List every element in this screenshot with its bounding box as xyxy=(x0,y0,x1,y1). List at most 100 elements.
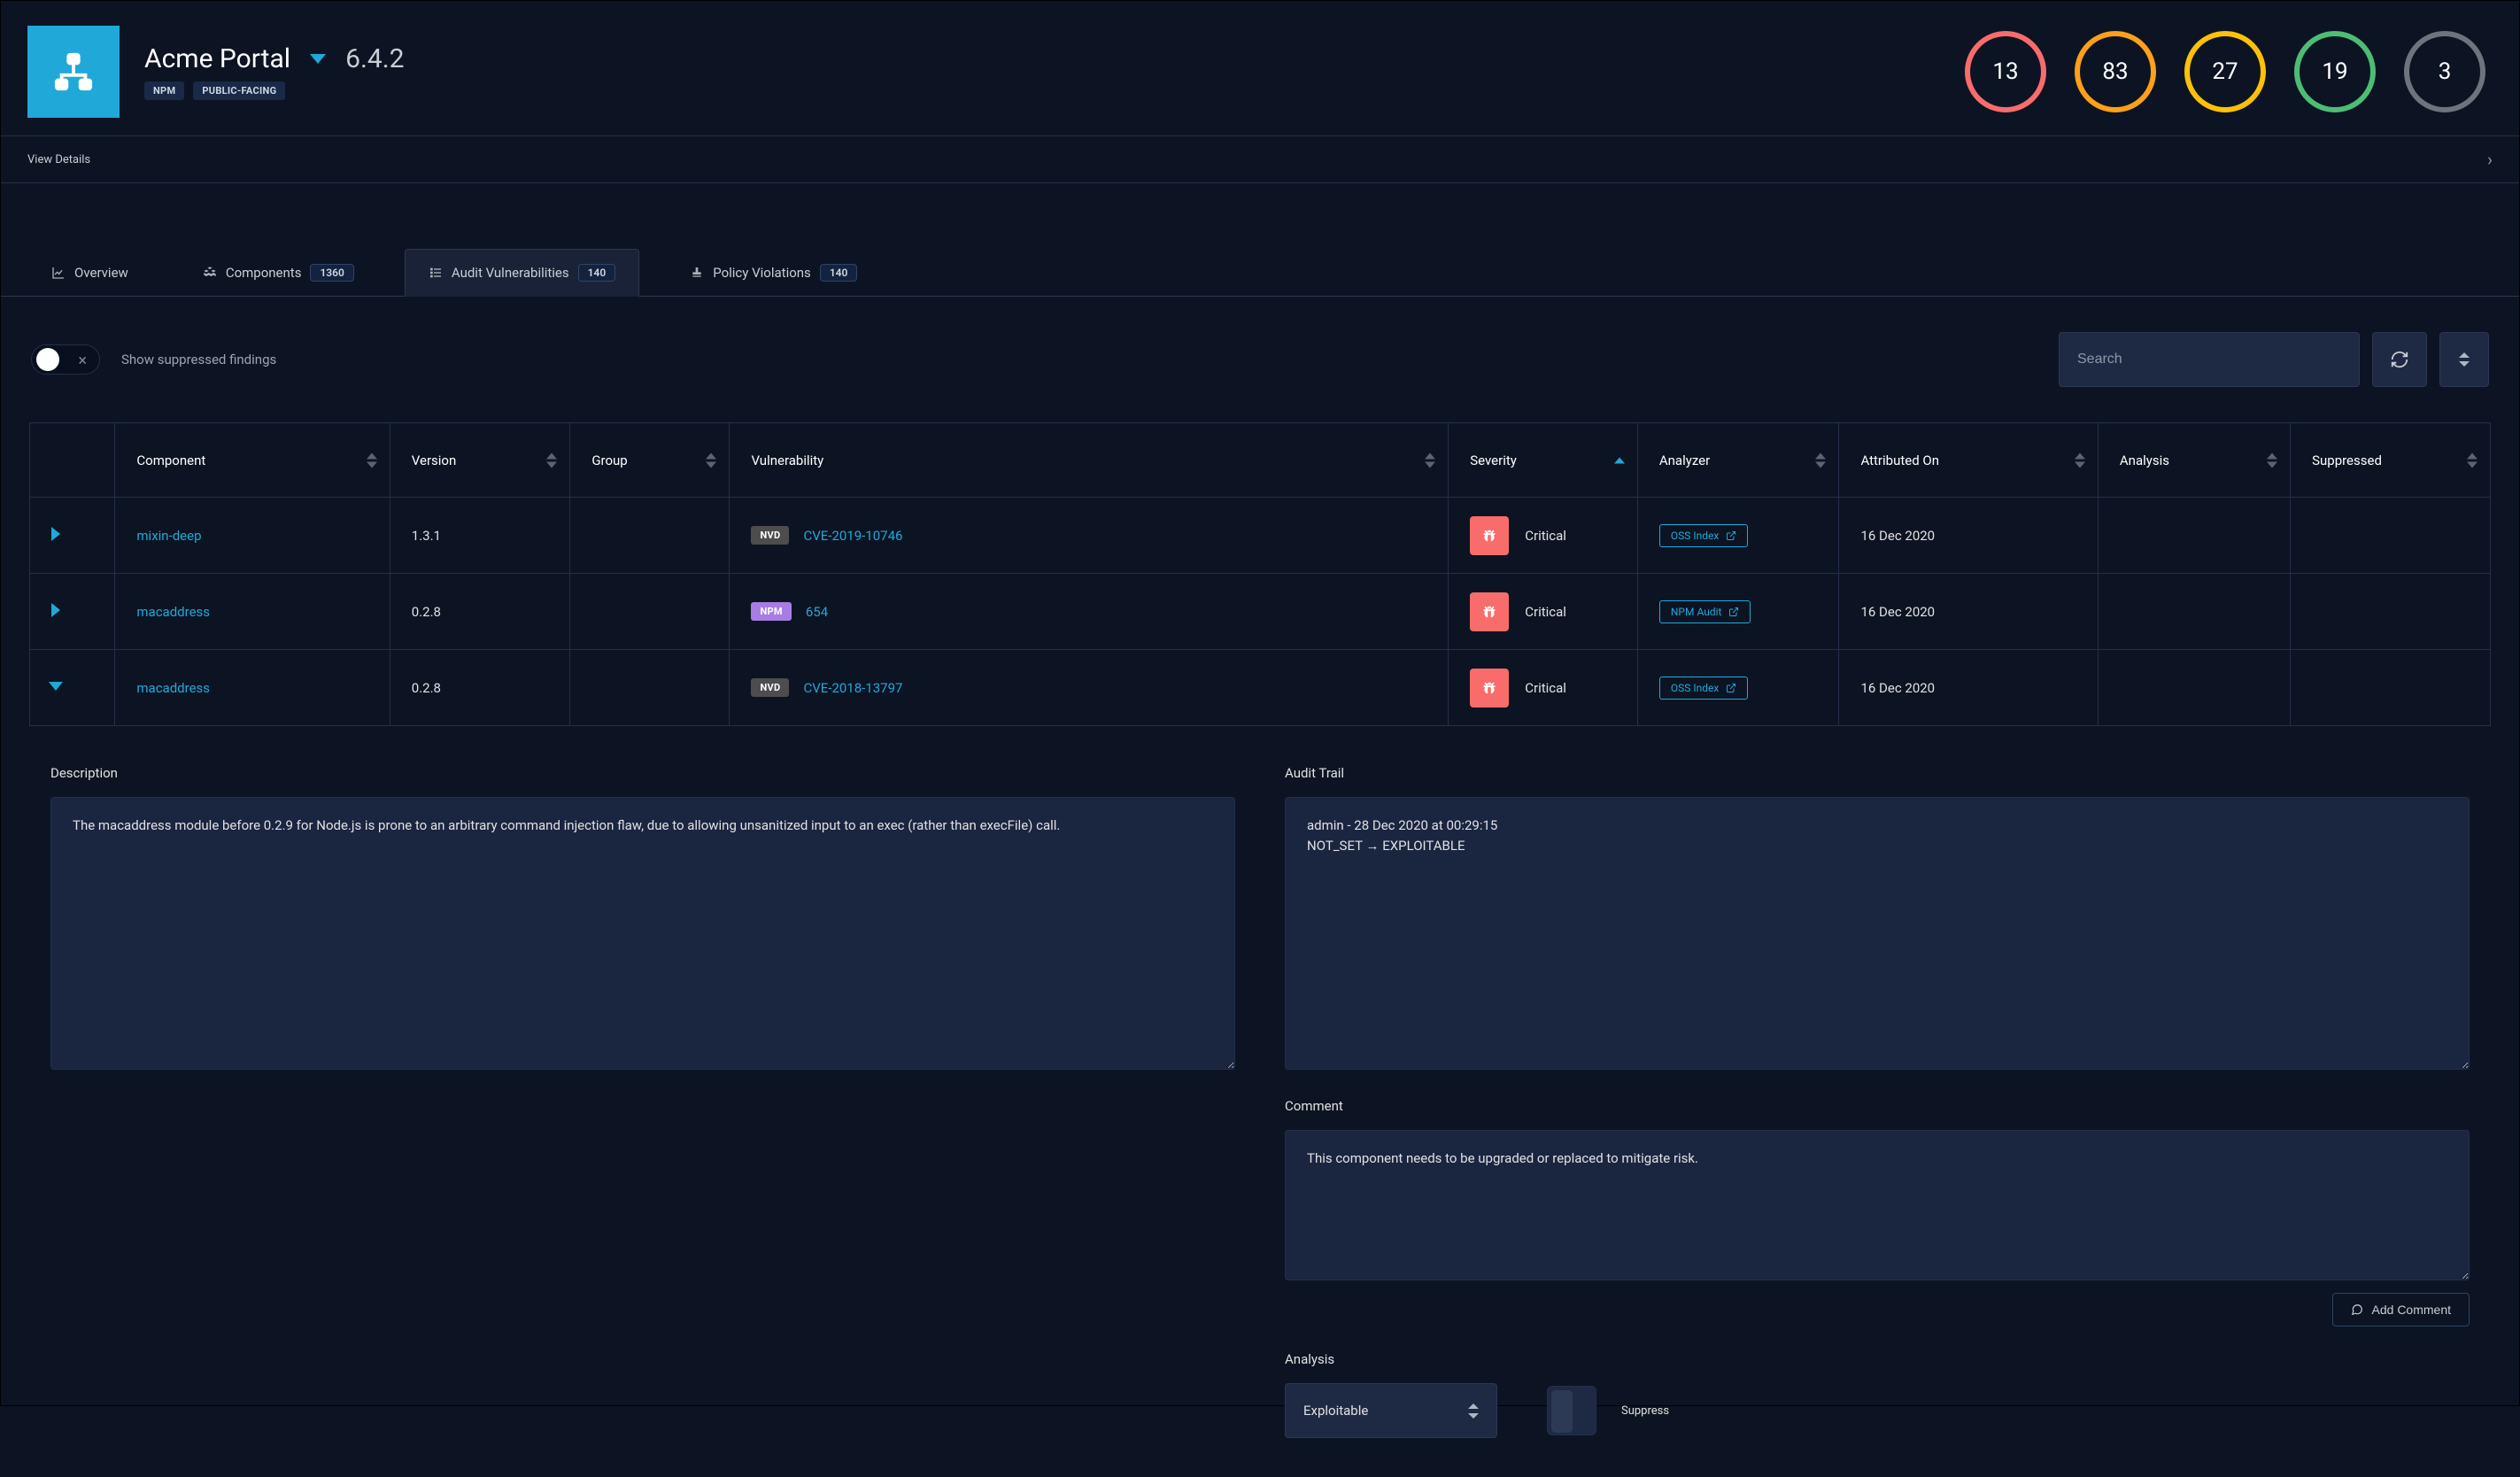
cell-version: 0.2.8 xyxy=(390,574,570,650)
ring-medium[interactable]: 27 xyxy=(2184,31,2266,112)
add-comment-button[interactable]: Add Comment xyxy=(2332,1293,2470,1326)
description-textarea[interactable] xyxy=(50,797,1235,1070)
suppress-toggle[interactable] xyxy=(1547,1386,1596,1435)
row-expander[interactable] xyxy=(49,682,63,691)
policy-count-badge: 140 xyxy=(820,264,858,282)
col-attributed-on[interactable]: Attributed On xyxy=(1839,423,2098,498)
cell-group xyxy=(570,650,730,726)
severity-rings: 13 83 27 19 3 xyxy=(1965,31,2493,112)
ring-low[interactable]: 19 xyxy=(2294,31,2376,112)
col-analyzer[interactable]: Analyzer xyxy=(1637,423,1839,498)
stamp-icon xyxy=(690,266,704,280)
comment-textarea[interactable] xyxy=(1285,1130,2470,1280)
component-link[interactable]: mixin-deep xyxy=(136,528,201,544)
vulnerability-link[interactable]: CVE-2019-10746 xyxy=(803,528,902,544)
tabs: Overview Components 1360 Audit Vulnerabi… xyxy=(1,249,2519,297)
ring-high[interactable]: 83 xyxy=(2075,31,2156,112)
finding-details-panel: Description Audit Trail Comment Add Comm… xyxy=(1,726,2519,1477)
tab-components-label: Components xyxy=(226,265,302,281)
audit-count-badge: 140 xyxy=(578,264,616,282)
chevron-down-icon[interactable] xyxy=(310,54,326,64)
close-icon: × xyxy=(78,352,87,370)
audit-trail-label: Audit Trail xyxy=(1285,765,2470,781)
project-name[interactable]: Acme Portal xyxy=(144,43,290,74)
cell-version: 1.3.1 xyxy=(390,498,570,574)
ring-unassigned[interactable]: 3 xyxy=(2404,31,2485,112)
analysis-label: Analysis xyxy=(1285,1351,2470,1367)
caret-down-icon xyxy=(2459,361,2470,367)
refresh-button[interactable] xyxy=(2372,332,2427,387)
col-component[interactable]: Component xyxy=(115,423,390,498)
cell-group xyxy=(570,574,730,650)
row-expander[interactable] xyxy=(51,527,60,541)
row-expander[interactable] xyxy=(51,603,60,617)
component-link[interactable]: macaddress xyxy=(136,604,210,620)
add-comment-label: Add Comment xyxy=(2372,1303,2451,1317)
comment-label: Comment xyxy=(1285,1098,2470,1114)
analyzer-link[interactable]: OSS Index xyxy=(1659,677,1748,700)
tab-audit-vulnerabilities[interactable]: Audit Vulnerabilities 140 xyxy=(405,249,639,297)
col-severity[interactable]: Severity xyxy=(1449,423,1638,498)
cell-version: 0.2.8 xyxy=(390,650,570,726)
bug-icon xyxy=(1470,516,1509,555)
refresh-icon xyxy=(2390,350,2409,369)
cell-attributed-on: 16 Dec 2020 xyxy=(1839,498,2098,574)
cell-attributed-on: 16 Dec 2020 xyxy=(1839,650,2098,726)
vulnerabilities-table: Component Version Group Vulnerability Se… xyxy=(29,422,2491,726)
cell-analysis xyxy=(2098,650,2290,726)
project-tags: NPM PUBLIC-FACING xyxy=(144,81,405,100)
vulnerability-link[interactable]: 654 xyxy=(806,604,828,620)
search-input[interactable] xyxy=(2059,332,2360,387)
column-options-button[interactable] xyxy=(2439,332,2489,387)
components-count-badge: 1360 xyxy=(310,264,353,282)
tab-policy-violations[interactable]: Policy Violations 140 xyxy=(666,249,881,296)
audit-trail-textarea[interactable] xyxy=(1285,797,2470,1070)
vuln-source-badge: NPM xyxy=(751,602,791,621)
cell-suppressed xyxy=(2291,650,2491,726)
tab-overview[interactable]: Overview xyxy=(27,249,152,296)
cell-suppressed xyxy=(2291,498,2491,574)
view-details-bar[interactable]: View Details › xyxy=(1,136,2519,183)
hierarchy-icon xyxy=(27,26,120,118)
header: Acme Portal 6.4.2 NPM PUBLIC-FACING 13 8… xyxy=(1,1,2519,136)
analysis-value: Exploitable xyxy=(1303,1403,1368,1419)
col-group[interactable]: Group xyxy=(570,423,730,498)
toolbar: × Show suppressed findings xyxy=(1,297,2519,422)
analyzer-link[interactable]: NPM Audit xyxy=(1659,600,1751,623)
tag-npm: NPM xyxy=(144,81,184,100)
table-row: macaddress 0.2.8 NPM 654 Critical NPM Au… xyxy=(30,574,2491,650)
component-link[interactable]: macaddress xyxy=(136,680,210,696)
vulnerability-link[interactable]: CVE-2018-13797 xyxy=(803,680,902,696)
tab-components[interactable]: Components 1360 xyxy=(179,249,378,296)
tag-public-facing: PUBLIC-FACING xyxy=(193,81,285,100)
severity-label: Critical xyxy=(1525,528,1566,544)
bug-icon xyxy=(1470,669,1509,708)
vuln-source-badge: NVD xyxy=(751,526,789,545)
tasks-icon xyxy=(429,266,443,280)
tab-audit-label: Audit Vulnerabilities xyxy=(452,265,569,281)
vuln-source-badge: NVD xyxy=(751,678,789,697)
col-analysis[interactable]: Analysis xyxy=(2098,423,2290,498)
cell-attributed-on: 16 Dec 2020 xyxy=(1839,574,2098,650)
show-suppressed-toggle[interactable]: × xyxy=(31,344,100,375)
severity-label: Critical xyxy=(1525,680,1566,696)
analysis-select[interactable]: Exploitable xyxy=(1285,1383,1497,1438)
view-details-label: View Details xyxy=(27,153,90,166)
cell-analysis xyxy=(2098,574,2290,650)
col-vulnerability[interactable]: Vulnerability xyxy=(730,423,1449,498)
chevron-right-icon: › xyxy=(2487,149,2493,170)
ring-critical[interactable]: 13 xyxy=(1965,31,2046,112)
analyzer-link[interactable]: OSS Index xyxy=(1659,524,1748,547)
bug-icon xyxy=(1470,592,1509,631)
cell-suppressed xyxy=(2291,574,2491,650)
table-header-row: Component Version Group Vulnerability Se… xyxy=(30,423,2491,498)
tab-policy-label: Policy Violations xyxy=(713,265,811,281)
cubes-icon xyxy=(203,266,217,280)
table-row: mixin-deep 1.3.1 NVD CVE-2019-10746 Crit… xyxy=(30,498,2491,574)
comment-icon xyxy=(2351,1303,2363,1316)
show-suppressed-label: Show suppressed findings xyxy=(121,352,276,367)
caret-up-icon xyxy=(2459,352,2470,358)
col-version[interactable]: Version xyxy=(390,423,570,498)
col-suppressed[interactable]: Suppressed xyxy=(2291,423,2491,498)
description-label: Description xyxy=(50,765,1235,781)
